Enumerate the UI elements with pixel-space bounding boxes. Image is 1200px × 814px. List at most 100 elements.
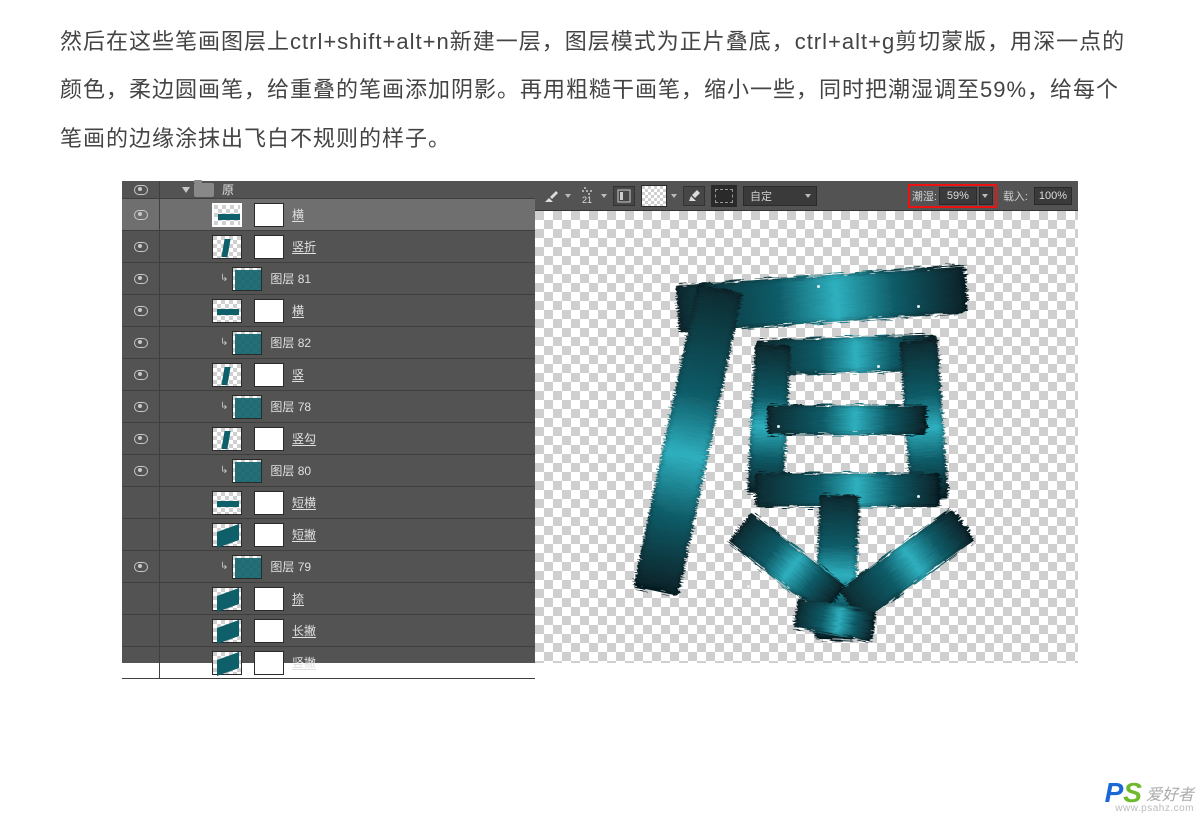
wet-dropdown-arrow[interactable] [979, 187, 993, 205]
layer-name[interactable]: 图层 80 [270, 462, 311, 479]
layer-name[interactable]: 横 [292, 302, 304, 319]
layer-name[interactable]: 捺 [292, 590, 304, 607]
layer-mask-thumbnail[interactable] [254, 491, 284, 515]
layer-name[interactable]: 短撇 [292, 526, 316, 543]
layer-thumbnail[interactable] [212, 235, 242, 259]
layer-name[interactable]: 竖 [292, 366, 304, 383]
visibility-toggle[interactable] [122, 551, 160, 582]
wet-value-field[interactable]: 59% [939, 187, 977, 205]
eraser-icon[interactable] [711, 185, 737, 207]
visibility-toggle[interactable] [122, 263, 160, 294]
layer-thumbnail[interactable] [232, 555, 262, 579]
visibility-toggle[interactable] [122, 231, 160, 262]
layer-thumbnail[interactable] [212, 619, 242, 643]
visibility-toggle[interactable] [122, 487, 160, 518]
layer-row[interactable]: 捺 [122, 583, 535, 615]
wet-label: 潮湿: [912, 188, 937, 204]
visibility-toggle[interactable] [122, 295, 160, 326]
visibility-toggle[interactable] [122, 647, 160, 678]
texture-thumb[interactable] [641, 185, 667, 207]
layer-name[interactable]: 竖勾 [292, 430, 316, 447]
layer-row[interactable]: 竖撇 [122, 647, 535, 679]
brush-edit-icon[interactable] [683, 186, 705, 206]
layer-mask-thumbnail[interactable] [254, 427, 284, 451]
layer-mask-thumbnail[interactable] [254, 523, 284, 547]
layer-name[interactable]: 短横 [292, 494, 316, 511]
layer-mask-thumbnail[interactable] [254, 587, 284, 611]
layer-thumbnail[interactable] [232, 331, 262, 355]
layer-row[interactable]: 竖折 [122, 231, 535, 263]
eye-icon [134, 185, 148, 195]
layer-row[interactable]: 竖勾 [122, 423, 535, 455]
visibility-toggle[interactable] [122, 327, 160, 358]
layer-thumbnail[interactable] [212, 587, 242, 611]
layer-thumbnail[interactable] [212, 427, 242, 451]
layer-mask-thumbnail[interactable] [254, 619, 284, 643]
layer-row[interactable]: 横 [122, 295, 535, 327]
layer-row[interactable]: ↳ 图层 81 [122, 263, 535, 295]
layer-mask-thumbnail[interactable] [254, 363, 284, 387]
layer-mask-thumbnail[interactable] [254, 651, 284, 675]
visibility-toggle[interactable] [122, 455, 160, 486]
mode-label: 自定 [750, 188, 772, 204]
brush-tool-icon[interactable] [541, 186, 561, 206]
tutorial-paragraph: 然后在这些笔画图层上ctrl+shift+alt+n新建一层，图层模式为正片叠底… [0, 0, 1200, 163]
layer-name[interactable]: 竖撇 [292, 654, 316, 671]
mode-dropdown[interactable]: 自定 [743, 186, 817, 206]
layer-thumbnail[interactable] [212, 523, 242, 547]
layer-thumbnail[interactable] [232, 267, 262, 291]
layer-thumbnail[interactable] [212, 203, 242, 227]
layer-row[interactable]: 长撇 [122, 615, 535, 647]
layer-name[interactable]: 横 [292, 206, 304, 223]
layer-row[interactable]: ↳ 图层 82 [122, 327, 535, 359]
layer-thumbnail[interactable] [232, 459, 262, 483]
twist-down-icon[interactable] [182, 187, 190, 193]
clip-arrow-icon: ↳ [220, 561, 228, 572]
layer-row[interactable]: ↳图层 78 [122, 391, 535, 423]
visibility-toggle[interactable] [122, 359, 160, 390]
wetness-highlight: 潮湿: 59% [908, 184, 997, 208]
layer-thumbnail[interactable] [212, 491, 242, 515]
layer-row[interactable]: 短撇 [122, 519, 535, 551]
eye-icon [134, 562, 148, 572]
layer-mask-thumbnail[interactable] [254, 203, 284, 227]
layer-thumbnail[interactable] [212, 651, 242, 675]
layer-name[interactable]: 图层 81 [270, 270, 311, 287]
brush-size-value: 21 [582, 196, 592, 205]
visibility-toggle[interactable] [122, 615, 160, 646]
dropdown-caret-icon[interactable] [565, 194, 571, 198]
layer-row[interactable]: ↳图层 80 [122, 455, 535, 487]
eye-icon [134, 466, 148, 476]
layer-thumbnail[interactable] [212, 299, 242, 323]
visibility-toggle[interactable] [122, 519, 160, 550]
clip-arrow-icon: ↳ [220, 337, 228, 348]
layer-row[interactable]: 短横 [122, 487, 535, 519]
layer-name[interactable]: 图层 79 [270, 558, 311, 575]
layer-thumbnail[interactable] [232, 395, 262, 419]
brush-preset-icon[interactable]: 21 [577, 186, 597, 206]
layer-name[interactable]: 竖折 [292, 238, 316, 255]
layer-name[interactable]: 图层 82 [270, 334, 311, 351]
layer-thumbnail[interactable] [212, 363, 242, 387]
layer-mask-thumbnail[interactable] [254, 299, 284, 323]
eye-icon [134, 370, 148, 380]
dropdown-caret-icon[interactable] [671, 194, 677, 198]
layer-row[interactable]: 横 [122, 199, 535, 231]
visibility-toggle[interactable] [122, 181, 160, 198]
visibility-toggle[interactable] [122, 423, 160, 454]
brush-options-bar: 21 自定 潮湿: 59% 载入: 100% [535, 181, 1078, 211]
dropdown-caret-icon[interactable] [601, 194, 607, 198]
layer-row[interactable]: ↳ 图层 79 [122, 551, 535, 583]
load-value-field[interactable]: 100% [1034, 187, 1072, 205]
layer-mask-thumbnail[interactable] [254, 235, 284, 259]
canvas-area[interactable] [535, 211, 1078, 663]
brush-panel-toggle[interactable] [613, 186, 635, 206]
clip-arrow-icon: ↳ [220, 273, 228, 284]
visibility-toggle[interactable] [122, 391, 160, 422]
layer-group-row[interactable]: 原 [122, 181, 535, 199]
layer-row[interactable]: 竖 [122, 359, 535, 391]
visibility-toggle[interactable] [122, 199, 160, 230]
visibility-toggle[interactable] [122, 583, 160, 614]
layer-name[interactable]: 长撇 [292, 622, 316, 639]
layer-name[interactable]: 图层 78 [270, 398, 311, 415]
